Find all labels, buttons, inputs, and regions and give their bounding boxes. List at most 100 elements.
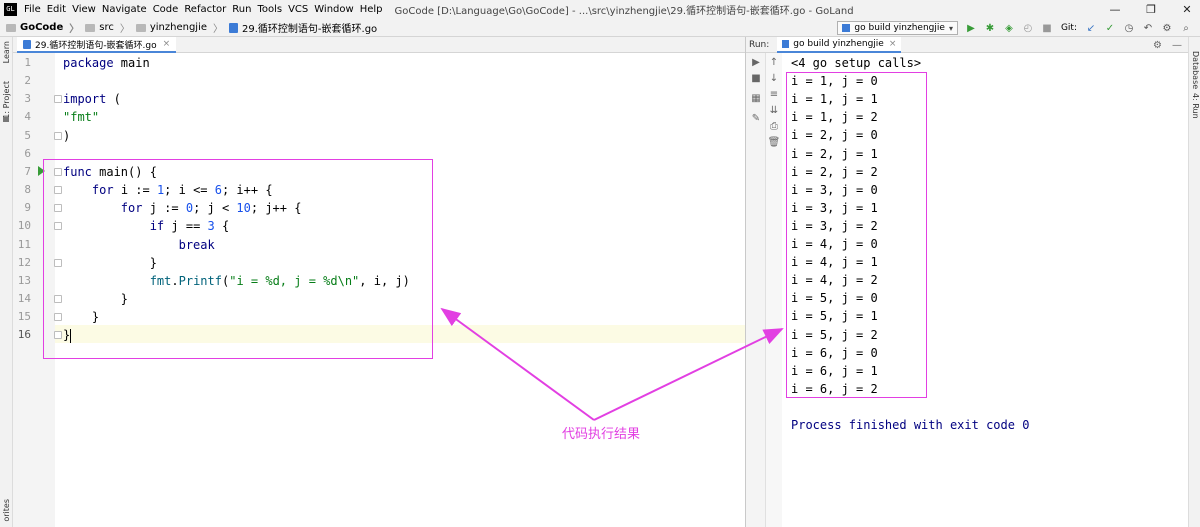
coverage-icon[interactable]: ◈ <box>1004 23 1014 34</box>
folder-icon <box>135 23 146 32</box>
code-line: package main <box>63 56 150 70</box>
git-commit-icon[interactable]: ✓ <box>1105 23 1115 34</box>
menu-code[interactable]: Code <box>153 4 179 15</box>
right-tool-stripe: Database 4: Run <box>1188 37 1200 527</box>
code-highlight-box <box>43 159 433 359</box>
tool-window-learn[interactable]: Learn <box>2 41 11 63</box>
console-exit-line: Process finished with exit code 0 <box>791 418 1030 432</box>
editor-tab-active[interactable]: 29.循环控制语句-嵌套循环.go × <box>17 37 177 53</box>
menu-help[interactable]: Help <box>360 4 383 15</box>
chevron-right-icon: 〉 <box>213 24 224 35</box>
code-token: ( <box>113 92 121 107</box>
folder-icon <box>85 23 96 32</box>
line-number: 6 <box>24 146 31 160</box>
goland-logo-icon: GL <box>4 3 17 16</box>
scroll-down-icon[interactable]: ↓ <box>766 73 782 84</box>
history-icon[interactable]: ◷ <box>1124 23 1134 34</box>
close-tab-icon[interactable]: × <box>163 39 171 49</box>
settings-icon[interactable]: ⚙ <box>1162 23 1172 34</box>
editor-tab-bar: 29.循环控制语句-嵌套循环.go × <box>13 37 745 53</box>
restore-window-button[interactable]: ❐ <box>1144 3 1158 16</box>
project-icon <box>3 117 9 122</box>
menu-vcs[interactable]: VCS <box>288 4 308 15</box>
gear-icon[interactable]: ⚙ <box>1153 40 1162 51</box>
folder-icon <box>6 23 16 32</box>
code-line: ) <box>63 129 70 143</box>
run-icon[interactable]: ▶ <box>966 23 976 34</box>
trash-icon[interactable]: 🗑 <box>766 137 782 148</box>
debug-icon[interactable]: ✱ <box>985 23 995 34</box>
menu-refactor[interactable]: Refactor <box>184 4 226 15</box>
line-number: 7 <box>24 164 31 178</box>
chevron-down-icon: ▾ <box>948 23 953 33</box>
breadcrumb-file[interactable]: 29.循环控制语句-嵌套循环.go <box>223 20 377 35</box>
menu-navigate[interactable]: Navigate <box>102 4 147 15</box>
code-line: "fmt" <box>63 110 99 124</box>
fold-toggle-icon[interactable] <box>54 95 62 104</box>
window-title: GoCode [D:\Language\Go\GoCode] - ...\src… <box>394 6 854 17</box>
minimize-window-button[interactable]: — <box>1108 3 1122 16</box>
fold-toggle-icon[interactable] <box>54 131 62 140</box>
minimize-icon[interactable]: — <box>1172 40 1182 51</box>
menu-tools[interactable]: Tools <box>257 4 282 15</box>
layout-icon[interactable]: ▦ <box>748 93 764 104</box>
line-number: 15 <box>17 310 31 324</box>
scroll-up-icon[interactable]: ↑ <box>766 57 782 68</box>
tool-window-run[interactable]: 4: Run <box>1191 93 1200 119</box>
go-config-icon <box>842 24 851 32</box>
run-label: Run: <box>749 39 770 50</box>
go-config-icon <box>782 39 790 48</box>
git-update-icon[interactable]: ↙ <box>1086 23 1096 34</box>
menu-file[interactable]: File <box>24 4 41 15</box>
chevron-right-icon: 〉 <box>119 24 130 35</box>
soft-wrap-icon[interactable]: ≡ <box>766 89 782 100</box>
scroll-to-end-icon[interactable]: ⇊ <box>766 105 782 116</box>
breadcrumb-project[interactable]: GoCode 〉 <box>0 20 79 35</box>
stop-icon[interactable]: ■ <box>1042 23 1052 34</box>
run-toolbar-secondary: ↑ ↓ ≡ ⇊ ⎙ 🗑 <box>766 53 782 527</box>
breadcrumb-package[interactable]: yinzhengjie 〉 <box>130 20 223 35</box>
line-number: 13 <box>17 273 31 287</box>
line-number: 8 <box>24 183 31 197</box>
run-tab-active[interactable]: go build yinzhengjie × <box>777 36 902 53</box>
search-icon[interactable]: ⌕ <box>1181 23 1191 34</box>
tool-window-database[interactable]: Database <box>1191 51 1200 89</box>
code-token: ) <box>63 128 71 143</box>
tool-window-favorites[interactable]: orites <box>2 499 11 522</box>
output-highlight-box <box>786 72 927 398</box>
close-window-button[interactable]: ✕ <box>1180 3 1194 16</box>
annotation-label: 代码执行结果 <box>562 427 641 442</box>
breadcrumb-src[interactable]: src 〉 <box>79 20 130 35</box>
run-configuration-select[interactable]: go build yinzhengjie ▾ <box>837 21 958 35</box>
console-setup-line: <4 go setup calls> <box>791 56 922 70</box>
pin-icon[interactable]: ✎ <box>748 113 764 124</box>
run-header-actions: ⚙ — <box>1153 37 1182 53</box>
line-number: 5 <box>24 128 31 142</box>
go-file-icon <box>229 22 239 33</box>
stop-icon[interactable]: ■ <box>748 73 764 84</box>
code-token: import <box>63 92 114 107</box>
menu-bar: GL File Edit View Navigate Code Refactor… <box>0 0 1200 19</box>
line-number: 11 <box>17 237 31 251</box>
code-token: "fmt" <box>63 110 100 125</box>
profile-icon[interactable]: ◴ <box>1023 23 1033 34</box>
line-number: 16 <box>17 328 31 342</box>
window-controls: — ❐ ✕ <box>1108 0 1194 19</box>
chevron-right-icon: 〉 <box>69 24 80 35</box>
line-number: 14 <box>17 291 31 305</box>
menu-edit[interactable]: Edit <box>47 4 66 15</box>
rerun-icon[interactable]: ▶ <box>748 57 764 68</box>
tool-window-project[interactable]: 1: Project <box>2 81 11 119</box>
menu-window[interactable]: Window <box>314 4 353 15</box>
run-panel-header: Run: go build yinzhengjie × ⚙ — <box>746 36 1188 53</box>
code-token: main <box>120 56 150 70</box>
line-number: 10 <box>17 219 31 233</box>
line-number: 12 <box>17 255 31 269</box>
menu-run[interactable]: Run <box>232 4 251 15</box>
close-tab-icon[interactable]: × <box>889 39 897 49</box>
print-icon[interactable]: ⎙ <box>766 121 782 132</box>
line-number: 1 <box>24 56 31 69</box>
go-file-icon <box>23 39 31 49</box>
revert-icon[interactable]: ↶ <box>1143 23 1153 34</box>
menu-view[interactable]: View <box>72 4 96 15</box>
